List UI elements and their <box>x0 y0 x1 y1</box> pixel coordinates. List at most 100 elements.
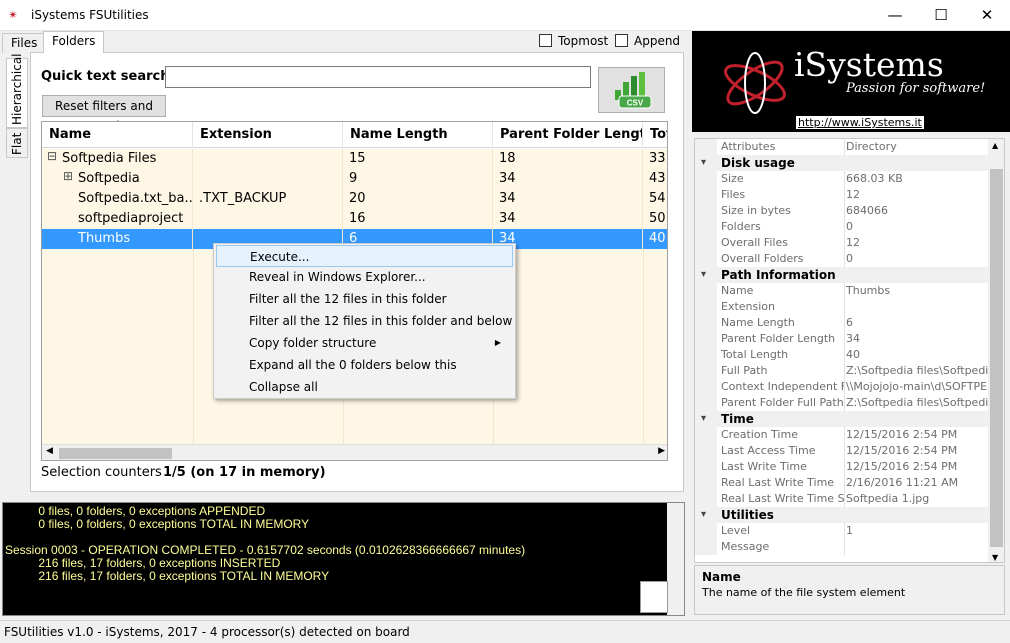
table-cell: 40 <box>643 229 667 249</box>
table-cell: 20 <box>343 189 493 209</box>
csv-icon-label: CSV <box>627 99 644 108</box>
log-line: 0 files, 0 folders, 0 exceptions TOTAL I… <box>5 517 310 531</box>
property-row[interactable]: Name Thumbs <box>695 283 988 299</box>
table-row[interactable]: softpediaproject 16 34 50 <box>42 209 667 229</box>
property-row[interactable]: Size in bytes 684066 <box>695 203 988 219</box>
property-row[interactable]: Name Length 6 <box>695 315 988 331</box>
property-key: Path Information <box>721 268 836 282</box>
property-row[interactable]: Message <box>695 539 988 555</box>
property-row[interactable]: Last Access Time 12/15/2016 2:54 PM <box>695 443 988 459</box>
property-row[interactable]: Real Last Write Time 2/16/2016 11:21 AM <box>695 475 988 491</box>
property-row[interactable]: Overall Folders 0 <box>695 251 988 267</box>
scroll-right-icon[interactable]: ▶ <box>658 446 665 456</box>
property-key: Time <box>721 412 754 426</box>
property-key: Attributes <box>721 139 845 155</box>
property-category[interactable]: ▾ Disk usage <box>695 155 988 171</box>
log-vertical-scrollbar[interactable] <box>667 503 684 615</box>
property-category[interactable]: ▾ Utilities <box>695 507 988 523</box>
property-key: Real Last Write Time Sou <box>721 491 845 507</box>
website-link[interactable]: http://www.iSystems.it <box>796 116 924 129</box>
property-row[interactable]: Context Independent Full\\Mojojojo-main\… <box>695 379 988 395</box>
menu-item-expand-all[interactable]: Expand all the 0 folders below this <box>216 354 513 376</box>
tab-hierarchical[interactable]: Hierarchical <box>6 53 28 128</box>
table-cell: softpediaproject <box>42 209 193 229</box>
collapse-category-icon[interactable]: ▾ <box>701 155 706 171</box>
menu-item-copy-folder-structure[interactable]: Copy folder structure ▶ <box>216 332 513 354</box>
property-row[interactable]: Total Length 40 <box>695 347 988 363</box>
close-button[interactable]: ✕ <box>964 0 1010 31</box>
description-text: The name of the file system element <box>702 586 906 599</box>
menu-item-execute[interactable]: Execute... <box>216 245 513 267</box>
table-row[interactable]: ⊞ Softpedia 9 34 43 <box>42 169 667 189</box>
property-category[interactable]: ▾ Time <box>695 411 988 427</box>
column-header-total[interactable]: Tot <box>643 122 667 148</box>
property-row[interactable]: Last Write Time 12/15/2016 2:54 PM <box>695 459 988 475</box>
property-row[interactable]: Attributes Directory <box>695 139 988 155</box>
tab-files[interactable]: Files <box>2 33 47 53</box>
selection-counters-label: Selection counters <box>41 465 162 480</box>
property-row[interactable]: Real Last Write Time Sou Softpedia 1.jpg <box>695 491 988 507</box>
table-row[interactable]: Softpedia.txt_ba... .TXT_BACKUP 20 34 54 <box>42 189 667 209</box>
scroll-left-icon[interactable]: ◀ <box>46 446 53 456</box>
property-scroll-thumb[interactable] <box>990 169 1003 547</box>
property-value: 40 <box>846 348 860 361</box>
tab-flat[interactable]: Flat <box>6 128 28 158</box>
property-row[interactable]: Size 668.03 KB <box>695 171 988 187</box>
table-cell <box>193 149 343 169</box>
property-row[interactable]: Overall Files 12 <box>695 235 988 251</box>
property-key: Message <box>721 539 845 555</box>
append-checkbox[interactable]: Append <box>615 34 680 48</box>
log-line: 216 files, 17 folders, 0 exceptions INSE… <box>5 556 281 570</box>
column-header-extension[interactable]: Extension <box>193 122 343 148</box>
property-row[interactable]: Level 1 <box>695 523 988 539</box>
property-row[interactable]: Creation Time 12/15/2016 2:54 PM <box>695 427 988 443</box>
column-header-parent-folder-length[interactable]: Parent Folder Length <box>493 122 643 148</box>
property-value: 12/15/2016 2:54 PM <box>846 428 958 441</box>
property-row[interactable]: Extension <box>695 299 988 315</box>
property-grid[interactable]: Attributes Directory ▾ Disk usage Size 668.03… <box>694 138 1005 563</box>
grid-scroll-thumb[interactable] <box>59 448 172 459</box>
property-value: 684066 <box>846 204 888 217</box>
table-cell: 34 <box>493 189 643 209</box>
menu-item-collapse-all[interactable]: Collapse all <box>216 376 513 398</box>
scroll-up-icon[interactable]: ▲ <box>992 141 998 150</box>
collapse-category-icon[interactable]: ▾ <box>701 267 706 283</box>
column-header-name-length[interactable]: Name Length <box>343 122 493 148</box>
grid-horizontal-scrollbar[interactable]: ◀ ▶ <box>42 444 667 460</box>
tab-folders[interactable]: Folders <box>43 31 105 53</box>
table-row[interactable]: ⊟ Softpedia Files 15 18 33 <box>42 149 667 169</box>
property-value: 668.03 KB <box>846 172 903 185</box>
property-value: 34 <box>846 332 860 345</box>
logo-tagline: Passion for software! <box>846 81 986 96</box>
minimize-button[interactable]: — <box>872 0 918 31</box>
property-key: Files <box>721 187 845 203</box>
property-value: 12 <box>846 236 860 249</box>
maximize-button[interactable]: ☐ <box>918 0 964 31</box>
menu-item-reveal-explorer[interactable]: Reveal in Windows Explorer... <box>216 266 513 288</box>
scroll-down-icon[interactable]: ▼ <box>992 553 998 562</box>
menu-item-filter-files[interactable]: Filter all the 12 files in this folder <box>216 288 513 310</box>
export-csv-button[interactable]: CSV <box>598 67 665 113</box>
atom-logo-icon <box>724 52 786 114</box>
collapse-category-icon[interactable]: ▾ <box>701 507 706 523</box>
logo-brand-text: iSystems <box>794 45 944 84</box>
property-row[interactable]: Parent Folder Length 34 <box>695 331 988 347</box>
property-key: Name Length <box>721 315 845 331</box>
property-row[interactable]: Parent Folder Full Path Z:\Softpedia file… <box>695 395 988 411</box>
property-row[interactable]: Folders 0 <box>695 219 988 235</box>
column-header-name[interactable]: Name <box>42 122 193 148</box>
property-row[interactable]: Files 12 <box>695 187 988 203</box>
context-menu: Execute... Reveal in Windows Explorer...… <box>213 243 516 399</box>
log-console[interactable]: 0 files, 0 folders, 0 exceptions APPENDE… <box>2 502 685 616</box>
reset-filters-button[interactable]: Reset filters and search <box>42 95 166 133</box>
collapse-category-icon[interactable]: ▾ <box>701 411 706 427</box>
table-cell: .TXT_BACKUP <box>193 189 343 209</box>
property-row[interactable]: Full PathZ:\Softpedia files\Softpedia Fi <box>695 363 988 379</box>
quick-search-input[interactable] <box>165 66 591 88</box>
topmost-checkbox[interactable]: Topmost <box>539 34 608 48</box>
property-category[interactable]: ▾ Path Information <box>695 267 988 283</box>
property-key: Extension <box>721 299 845 315</box>
property-grid-scrollbar[interactable]: ▲ ▼ <box>988 139 1004 562</box>
menu-item-filter-files-below[interactable]: Filter all the 12 files in this folder a… <box>216 310 513 332</box>
table-cell: 50 <box>643 209 667 229</box>
